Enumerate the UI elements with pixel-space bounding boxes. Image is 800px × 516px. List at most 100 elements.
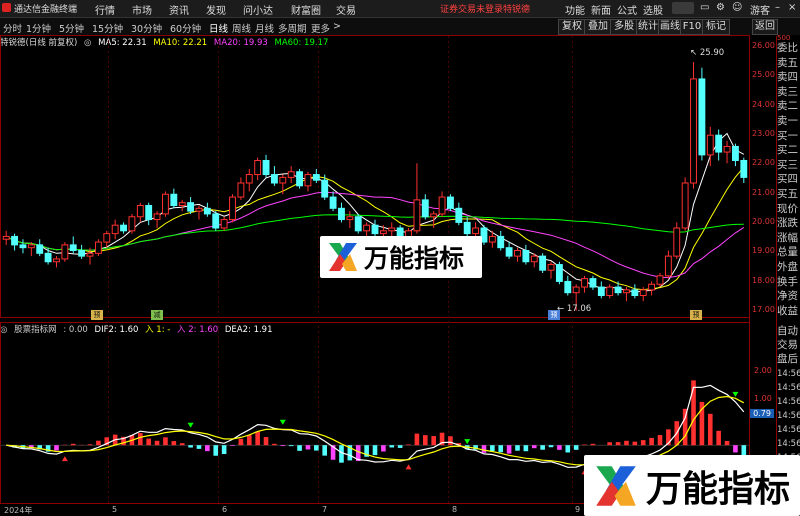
y-tick-label: 25.00 (752, 70, 775, 79)
candle-body (488, 235, 496, 243)
trade-time: 14:56 (777, 439, 800, 449)
high-price-value: 25.90 (699, 48, 725, 58)
watermark-text: 万能指标 (364, 244, 465, 273)
candle-body (514, 250, 521, 257)
candle-body (723, 145, 731, 153)
y-tick-label: 17.00 (752, 305, 775, 314)
candle-body (53, 258, 60, 263)
candle-body (245, 174, 253, 184)
watermark-text: 万能指标 (646, 468, 791, 510)
candle-body (36, 244, 44, 254)
candle-body (455, 207, 463, 223)
candle-body (363, 224, 371, 232)
quote-label: 买四 (777, 173, 798, 186)
low-price-value: 17.06 (566, 304, 592, 314)
trade-time: 14:56 (777, 411, 800, 421)
candle-body (581, 278, 588, 288)
high-arrow-icon: ↖ (690, 48, 698, 58)
candle-body (555, 264, 563, 282)
candle-body (589, 278, 597, 288)
sub-y-tick-label: 2.00 (754, 366, 772, 375)
candle-body (673, 227, 681, 257)
candle-body (212, 213, 220, 229)
event-badge[interactable]: 预 (91, 310, 103, 320)
y-tick-label: 26.00 (752, 41, 775, 50)
candle-body (153, 213, 161, 221)
candle-body (631, 289, 639, 296)
event-badge[interactable]: 预 (690, 310, 702, 320)
quote-label: 涨幅 (777, 231, 798, 244)
quote-label: 卖一 (777, 115, 798, 127)
candle-body (740, 160, 748, 178)
candle-body (120, 224, 127, 232)
quote-label: 买一 (777, 129, 798, 142)
candle-body (379, 230, 387, 235)
candle-body (597, 286, 605, 296)
sell-arrow-icon (279, 419, 286, 425)
panel-bottom-label[interactable]: 交易 (777, 339, 800, 351)
candle-body (296, 171, 303, 187)
candle-body (203, 207, 211, 215)
candle-body (421, 199, 429, 218)
candle-body (304, 174, 312, 187)
quote-label: 换手 (777, 275, 798, 288)
candle-body (522, 250, 530, 263)
event-badge[interactable]: 预 (548, 310, 560, 320)
candle-body (162, 193, 169, 215)
x-tick-label: 2024年 (4, 506, 33, 515)
candle-body (220, 219, 228, 229)
candle-body (86, 252, 94, 257)
candle-body (564, 280, 572, 294)
candle-body (2, 235, 10, 240)
trade-time: 14:56 (777, 397, 800, 407)
candle-body (463, 221, 471, 235)
candle-body (44, 252, 52, 263)
candle-body (430, 213, 438, 218)
candle-body (229, 196, 236, 221)
candle-body (606, 286, 614, 296)
high-price-label: ↖ 25.90 (690, 48, 724, 58)
sell-arrow-icon (732, 391, 739, 397)
candle-body (111, 224, 119, 235)
candle-body (237, 182, 245, 198)
candle-body (413, 199, 421, 232)
buy-arrow-icon (405, 464, 412, 470)
quote-label: 外盘 (777, 261, 798, 273)
sell-arrow-icon (464, 439, 471, 445)
candle-body (287, 171, 295, 178)
trade-time: 14:56 (777, 425, 800, 435)
buy-arrow-icon (61, 456, 68, 462)
trade-time: 14:56 (777, 369, 800, 379)
candle-body (262, 160, 270, 176)
quote-label: 买五 (777, 188, 798, 200)
panel-bottom-label[interactable]: 自动 (777, 325, 800, 337)
candle-body (614, 286, 622, 294)
candle-body (78, 250, 86, 257)
x-tick-label: 5 (112, 505, 118, 514)
candle-body (497, 235, 505, 249)
panel-bottom-label[interactable]: 盘后 (777, 353, 800, 365)
candle-body (388, 227, 396, 232)
x-tick-label: 6 (222, 505, 228, 514)
low-price-label: ← 17.06 (557, 304, 591, 314)
event-badge[interactable]: 减 (151, 310, 163, 320)
watermark-logo: 万能指标 (320, 236, 482, 278)
quote-label: 卖五 (777, 56, 798, 69)
main-y-axis: 26.00 25.00 24.00 23.00 22.00 21.00 20.0… (750, 36, 777, 326)
candle-body (19, 244, 27, 249)
y-tick-label: 18.00 (752, 276, 775, 285)
candle-body (438, 196, 446, 215)
candle-body (623, 289, 630, 294)
quote-label: 现价 (777, 202, 798, 215)
watermark-logo-icon (329, 243, 357, 271)
quote-label: 卖三 (777, 85, 798, 98)
quote-label: 总量 (777, 246, 798, 259)
candle-body (178, 202, 186, 206)
candle-body (664, 255, 672, 277)
candle-body (698, 78, 706, 156)
candle-body (706, 134, 714, 156)
x-tick-label: 9 (575, 505, 581, 514)
watermark-logo-icon (596, 465, 636, 506)
candle-body (572, 286, 580, 294)
candle-body (530, 255, 538, 263)
